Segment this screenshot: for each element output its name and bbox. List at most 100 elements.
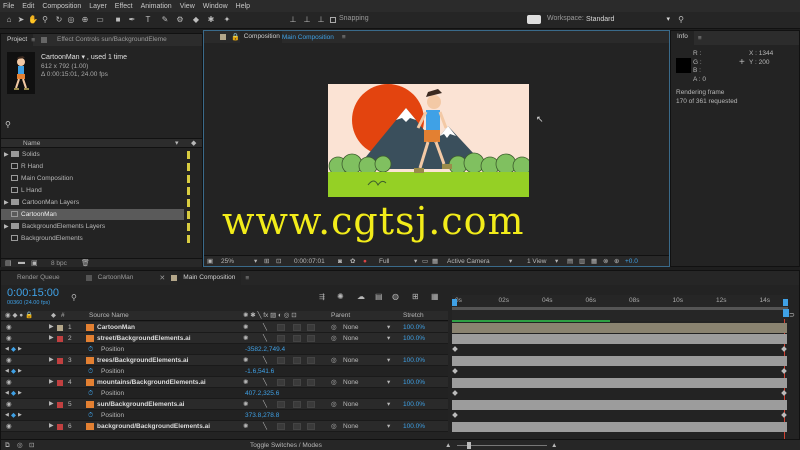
layer-duration-bar[interactable] [452,400,787,410]
parent-value[interactable]: None [343,322,359,333]
layer-name[interactable]: trees/BackgroundElements.ai [97,355,188,366]
parent-value[interactable]: None [343,355,359,366]
layer-name[interactable]: mountains/BackgroundElements.ai [97,377,206,388]
pickwhip-icon[interactable]: ◎ [331,421,337,432]
axis-view-icon[interactable]: ⊥ [316,15,326,25]
prev-keyframe-icon[interactable]: ◀ [5,344,9,355]
shy-switch-icon[interactable]: ✺ [243,322,248,333]
layer-switches-icon[interactable]: ⧉ [5,440,10,450]
chevron-down-icon[interactable]: ▾ [387,322,390,333]
roto-brush-tool-icon[interactable]: ✱ [206,15,216,25]
property-value[interactable]: 373.8,278.8 [245,410,279,421]
expand-arrow-icon[interactable]: ▶ [1,198,11,209]
next-keyframe-icon[interactable]: ▶ [18,388,22,399]
chevron-down-icon[interactable]: ▾ [387,333,390,344]
region-of-interest-icon[interactable]: ▭ [422,256,428,267]
menu-item-layer[interactable]: Layer [89,3,107,10]
reset-exposure-icon[interactable]: ⊕ [614,256,619,267]
workspace-dropdown[interactable]: Standard ▾ [586,14,672,25]
project-item[interactable]: ▶ CartoonMan Layers [1,197,184,208]
label-color-swatch[interactable] [187,151,190,159]
pickwhip-icon[interactable]: ◎ [331,355,337,366]
project-item[interactable]: ▶ Solids [1,149,184,160]
pickwhip-icon[interactable]: ◎ [331,377,337,388]
shy-switch-icon[interactable]: ✺ [243,333,248,344]
quality-switch-icon[interactable]: ╲ [263,355,267,366]
stopwatch-icon[interactable]: ⏱ [88,388,93,399]
lock-icon[interactable]: 🔒 [231,33,240,41]
prev-keyframe-icon[interactable]: ◀ [5,366,9,377]
shy-layers-icon[interactable]: ☁ [357,292,365,301]
fast-previews-icon[interactable]: ▥ [579,256,585,267]
chevron-down-icon[interactable]: ▾ [555,256,558,267]
visibility-eye-icon[interactable]: ◉ [6,399,12,410]
effects-switch[interactable] [277,379,285,386]
prev-keyframe-icon[interactable]: ◀ [5,410,9,421]
stretch-value[interactable]: 100.0% [403,421,425,432]
layer-duration-bar[interactable] [452,378,787,388]
motion-blur-switch[interactable] [307,324,315,331]
menu-item-window[interactable]: Window [203,3,228,10]
tab-render-queue[interactable]: Render Queue [1,271,66,285]
chevron-down-icon[interactable]: ▾ [509,256,512,267]
expand-arrow-icon[interactable]: ▶ [49,377,54,388]
motion-blur-switch[interactable] [307,423,315,430]
chevron-down-icon[interactable]: ▾ [414,256,417,267]
graph-editor-icon[interactable]: ⊞ [412,292,419,301]
frame-blend-switch[interactable] [293,379,301,386]
tab-project[interactable]: Project [1,34,34,46]
expand-arrow-icon[interactable]: ▶ [49,421,54,432]
selection-tool-icon[interactable]: ➤ [16,15,26,25]
hand-tool-icon[interactable]: ✋ [28,15,38,25]
camera-value[interactable]: Active Camera [447,256,490,267]
layer-label-color[interactable] [57,402,63,408]
axis-world-icon[interactable]: ⊥ [302,15,312,25]
work-area-start-handle[interactable] [452,299,457,306]
expand-arrow-icon[interactable]: ▶ [49,399,54,410]
tab-info[interactable]: Info [671,31,694,45]
toggle-pixel-aspect-icon[interactable]: ▤ [567,256,573,267]
keyframe-marker[interactable] [781,346,787,352]
keyframe-toggle-icon[interactable]: ◆ [11,344,16,355]
layer-duration-bar[interactable] [452,356,787,366]
comp-marker-icon[interactable]: ⊃ [789,311,795,319]
brush-tool-icon[interactable]: ✎ [160,15,170,25]
work-area-bar[interactable] [452,307,788,310]
label-color-swatch[interactable] [187,163,190,171]
keyframe-toggle-icon[interactable]: ◆ [11,410,16,421]
motion-blur-switch[interactable] [307,401,315,408]
stretch-value[interactable]: 100.0% [403,355,425,366]
layer-row[interactable]: ◉ ▶ 3 trees/BackgroundElements.ai ✺ ╲ ◎ None ▾ 10… [1,355,448,366]
axis-local-icon[interactable]: ⊥ [288,15,298,25]
keyframe-toggle-icon[interactable]: ◆ [11,388,16,399]
quality-switch-icon[interactable]: ╲ [263,421,267,432]
next-keyframe-icon[interactable]: ▶ [18,410,22,421]
stretch-header[interactable]: Stretch [403,311,424,321]
tab-cartoonman[interactable]: CartoonMan [92,271,140,285]
visibility-eye-icon[interactable]: ◉ [6,333,12,344]
expand-arrow-icon[interactable]: ▶ [49,322,54,333]
tab-composition[interactable]: Composition [239,31,282,43]
layer-label-color[interactable] [57,358,63,364]
project-item[interactable]: CartoonMan [1,209,184,220]
chevron-down-icon[interactable]: ▾ [387,421,390,432]
pan-behind-tool-icon[interactable]: ⊕ [80,15,90,25]
zoom-value[interactable]: 25% [221,256,234,267]
expand-arrow-icon[interactable]: ▶ [49,333,54,344]
layer-name[interactable]: street/BackgroundElements.ai [97,333,191,344]
toggle-switches-modes[interactable]: Toggle Switches / Modes [250,440,322,450]
keyframe-marker[interactable] [781,368,787,374]
frame-blend-switch[interactable] [293,324,301,331]
menu-item-view[interactable]: View [180,3,195,10]
parent-value[interactable]: None [343,333,359,344]
label-color-swatch[interactable] [187,199,190,207]
chevron-down-icon[interactable]: ▾ [254,256,257,267]
stretch-value[interactable]: 100.0% [403,322,425,333]
effects-switch[interactable] [277,335,285,342]
expand-arrow-icon[interactable]: ▶ [1,150,11,161]
shy-switch-icon[interactable]: ✺ [243,355,248,366]
zoom-out-icon[interactable]: ▲ [445,440,451,450]
keyframe-marker[interactable] [452,390,458,396]
stopwatch-icon[interactable]: ⏱ [88,344,93,355]
zoom-in-icon[interactable]: ▲ [551,440,557,450]
